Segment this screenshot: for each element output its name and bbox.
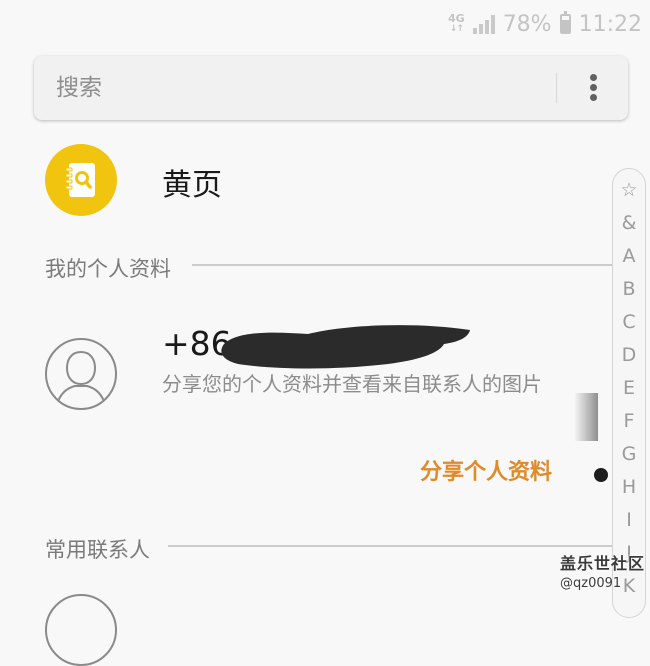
section-header-my-profile: 我的个人资料 [45, 257, 171, 281]
index-item[interactable]: H [613, 476, 645, 498]
section-header-favorites: 常用联系人 [45, 538, 150, 562]
yellow-pages-label[interactable]: 黄页 [162, 160, 222, 204]
index-item[interactable]: D [613, 344, 645, 366]
watermark-user: @qz0091 [560, 576, 622, 591]
status-bar: 4G ↓↑ 78% 11:22 [448, 8, 642, 40]
book-glyph [65, 163, 95, 197]
index-item[interactable]: E [613, 377, 645, 399]
signal-icon [472, 14, 495, 34]
index-item[interactable]: & [613, 212, 645, 234]
battery-icon [559, 11, 571, 34]
scroll-grip[interactable] [574, 393, 598, 441]
section-divider [168, 545, 612, 547]
profile-description: 分享您的个人资料并查看来自联系人的图片 [162, 372, 542, 396]
share-profile-button[interactable]: 分享个人资料 [420, 454, 552, 486]
watermark-title: 盖乐世社区 [560, 554, 646, 573]
section-divider [192, 264, 612, 266]
index-item[interactable]: B [613, 278, 645, 300]
contact-avatar[interactable] [45, 594, 117, 666]
network-type: 4G [448, 12, 465, 25]
index-item[interactable]: F [613, 410, 645, 432]
battery-percent: 78% [502, 11, 552, 37]
data-arrows-icon: ↓↑ [449, 24, 464, 34]
battery-fill [561, 19, 569, 32]
index-item-star[interactable]: ☆ [613, 179, 645, 201]
index-item[interactable]: A [613, 245, 645, 267]
index-item[interactable]: I [613, 509, 645, 531]
status-time: 11:22 [578, 11, 642, 37]
scroll-indicator-dot [594, 468, 608, 482]
watermark: 盖乐世社区 @qz0091 [560, 550, 646, 591]
network-indicator: 4G ↓↑ [448, 12, 465, 34]
index-item[interactable]: G [613, 443, 645, 465]
redaction-mark [221, 325, 470, 369]
more-vertical-icon[interactable] [584, 72, 604, 104]
index-item[interactable]: C [613, 311, 645, 333]
search-bar[interactable]: 搜索 [34, 56, 628, 120]
person-icon [56, 350, 106, 407]
profile-avatar[interactable] [45, 338, 117, 410]
search-divider [556, 73, 557, 103]
search-input[interactable]: 搜索 [56, 56, 102, 120]
contact-book-search-icon[interactable] [45, 144, 117, 216]
